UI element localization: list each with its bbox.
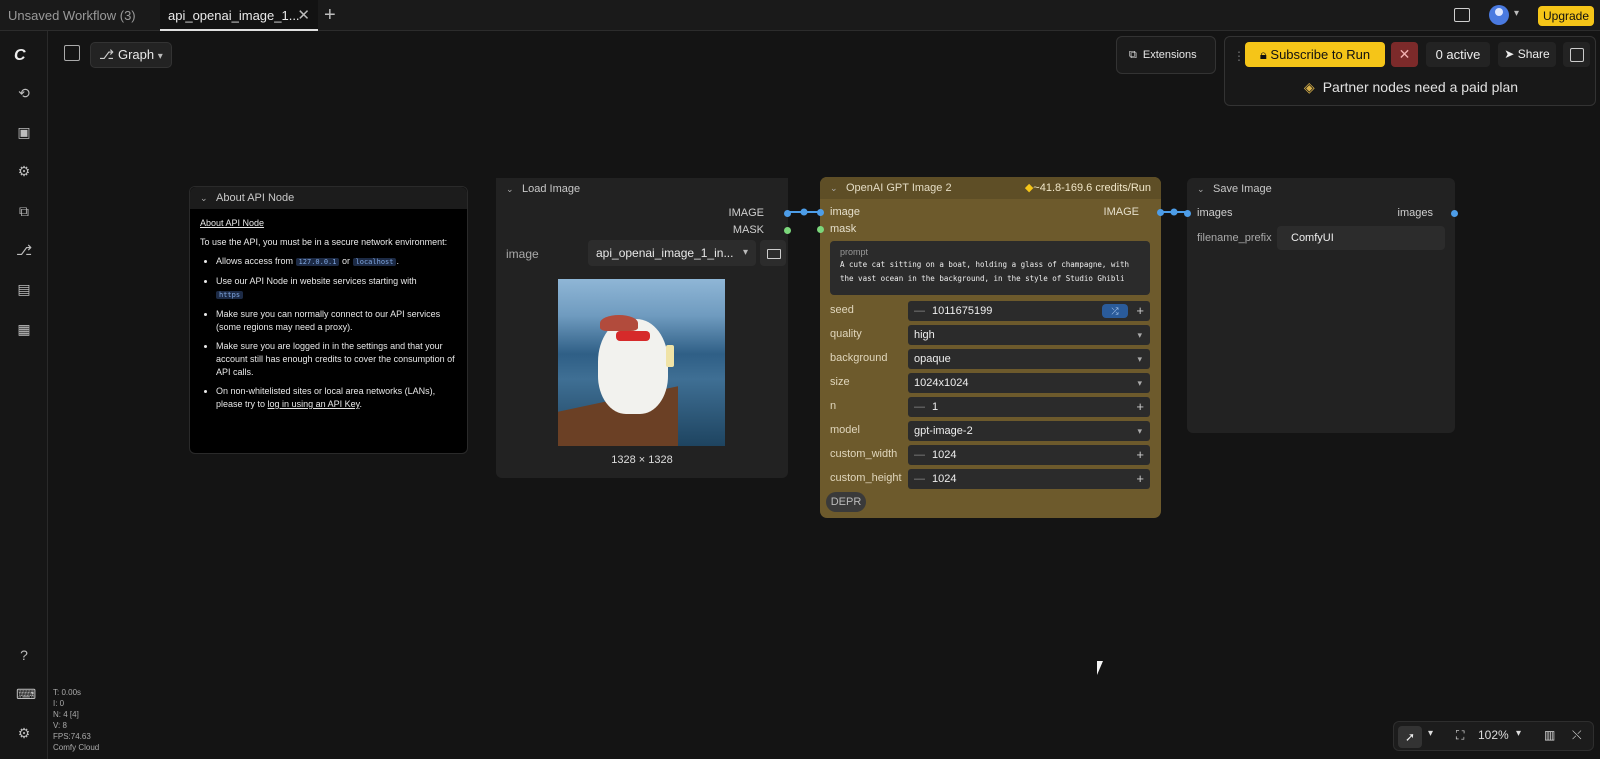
custom-height-stepper[interactable]: — 1024 +	[908, 469, 1150, 489]
chevron-down-icon: ▾	[1137, 378, 1142, 388]
chevron-down-icon: ▾	[1137, 330, 1142, 340]
hide-links-icon[interactable]: ⤬	[1572, 728, 1582, 743]
link-dot	[800, 208, 808, 216]
increment-icon[interactable]: +	[1136, 301, 1144, 321]
input-mask-slot[interactable]	[817, 226, 824, 233]
collapse-chevron-icon[interactable]: ⌄	[830, 177, 838, 199]
collapse-chevron-icon[interactable]: ⌄	[1197, 178, 1205, 200]
stat-fps: FPS:74.63	[53, 732, 91, 741]
n-value: 1	[932, 401, 939, 413]
node-title: OpenAI GPT Image 2	[846, 182, 952, 194]
randomize-seed-icon[interactable]: ⤮	[1102, 304, 1128, 318]
model-value: gpt-image-2	[914, 425, 973, 437]
link-dot	[1170, 208, 1178, 216]
n-widget: n — 1 +	[830, 397, 1150, 417]
seed-stepper[interactable]: — 1011675199 ⤮ +	[908, 301, 1150, 321]
quality-select[interactable]: high ▾	[908, 325, 1150, 345]
chevron-down-icon: ▾	[1137, 354, 1142, 364]
deprecated-badge: DEPR	[826, 492, 866, 512]
custom-height-label: custom_height	[830, 472, 902, 484]
stat-nodes: N: 4 [4]	[53, 710, 79, 719]
output-image-slot[interactable]	[1157, 209, 1164, 216]
prompt-line: the vast ocean in the background, in the…	[840, 274, 1125, 283]
model-widget: model gpt-image-2 ▾	[830, 421, 1150, 441]
model-select[interactable]: gpt-image-2 ▾	[908, 421, 1150, 441]
minimap-icon[interactable]: ▥	[1544, 728, 1555, 742]
size-label: size	[830, 376, 850, 388]
prompt-textarea[interactable]: prompt A cute cat sitting on a boat, hol…	[830, 241, 1150, 295]
n-label: n	[830, 400, 837, 412]
credits-badge: ◆~41.8-169.6 credits/Run	[1025, 177, 1151, 199]
custom-width-widget: custom_width — 1024 +	[830, 445, 1150, 465]
seed-label: seed	[830, 304, 854, 316]
output-image-label: IMAGE	[1103, 206, 1139, 218]
prompt-label: prompt	[840, 247, 869, 257]
background-value: opaque	[914, 353, 951, 365]
output-images-slot[interactable]	[1451, 210, 1458, 217]
select-cursor-icon[interactable]: ➚	[1398, 726, 1422, 748]
size-value: 1024x1024	[914, 377, 969, 389]
credits-text: ~41.8-169.6 credits/Run	[1033, 182, 1151, 194]
custom-width-label: custom_width	[830, 448, 898, 460]
decrement-icon[interactable]: —	[914, 397, 925, 417]
custom-height-widget: custom_height — 1024 +	[830, 469, 1150, 489]
background-label: background	[830, 352, 888, 364]
stat-i: I: 0	[53, 699, 65, 708]
increment-icon[interactable]: +	[1136, 469, 1144, 489]
custom-height-value: 1024	[932, 473, 957, 485]
background-widget: background opaque ▾	[830, 349, 1150, 369]
node-title-bar[interactable]: ⌄ OpenAI GPT Image 2 ◆~41.8-169.6 credit…	[820, 177, 1161, 199]
chevron-down-icon: ▾	[1137, 426, 1142, 436]
custom-width-value: 1024	[932, 449, 957, 461]
render-stats: T: 0.00s I: 0 N: 4 [4] V: 8 FPS:74.63 Co…	[53, 687, 99, 753]
input-image-slot[interactable]	[817, 209, 824, 216]
filename-prefix-label: filename_prefix	[1197, 232, 1272, 244]
size-widget: size 1024x1024 ▾	[830, 373, 1150, 393]
n-stepper[interactable]: — 1 +	[908, 397, 1150, 417]
input-images-label: images	[1197, 207, 1233, 219]
quality-widget: quality high ▾	[830, 325, 1150, 345]
input-mask-label: mask	[830, 223, 857, 235]
filename-prefix-input[interactable]: ComfyUI	[1277, 226, 1445, 250]
quality-label: quality	[830, 328, 862, 340]
chevron-down-icon[interactable]: ▾	[1428, 728, 1433, 739]
prompt-line: A cute cat sitting on a boat, holding a …	[840, 260, 1129, 269]
node-title: Save Image	[1213, 183, 1272, 195]
canvas-toolbar: ➚ ▾ ⛶ 102% ▾ ▥ ⤬	[1393, 721, 1594, 751]
seed-widget: seed — 1011675199 ⤮ +	[830, 301, 1150, 321]
quality-value: high	[914, 329, 935, 341]
zoom-level[interactable]: 102%	[1478, 728, 1509, 742]
openai-gpt-image-node[interactable]: ⌄ OpenAI GPT Image 2 ◆~41.8-169.6 credit…	[817, 177, 1164, 518]
increment-icon[interactable]: +	[1136, 397, 1144, 417]
increment-icon[interactable]: +	[1136, 445, 1144, 465]
stat-v: V: 8	[53, 721, 67, 730]
background-select[interactable]: opaque ▾	[908, 349, 1150, 369]
save-image-node[interactable]: ⌄ Save Image images images filename_pref…	[1184, 178, 1458, 433]
size-select[interactable]: 1024x1024 ▾	[908, 373, 1150, 393]
node-title-bar[interactable]: ⌄ Save Image	[1187, 178, 1455, 200]
decrement-icon[interactable]: —	[914, 301, 925, 321]
stat-env: Comfy Cloud	[53, 743, 100, 752]
model-label: model	[830, 424, 860, 436]
decrement-icon[interactable]: —	[914, 469, 925, 489]
input-images-slot[interactable]	[1184, 210, 1191, 217]
fit-view-icon[interactable]: ⛶	[1456, 728, 1464, 743]
credit-icon: ◆	[1024, 182, 1034, 194]
stat-time: T: 0.00s	[53, 688, 82, 697]
decrement-icon[interactable]: —	[914, 445, 925, 465]
chevron-down-icon[interactable]: ▾	[1516, 728, 1521, 739]
seed-value: 1011675199	[932, 305, 993, 317]
custom-width-stepper[interactable]: — 1024 +	[908, 445, 1150, 465]
input-image-label: image	[830, 206, 860, 218]
output-images-label: images	[1397, 207, 1433, 219]
